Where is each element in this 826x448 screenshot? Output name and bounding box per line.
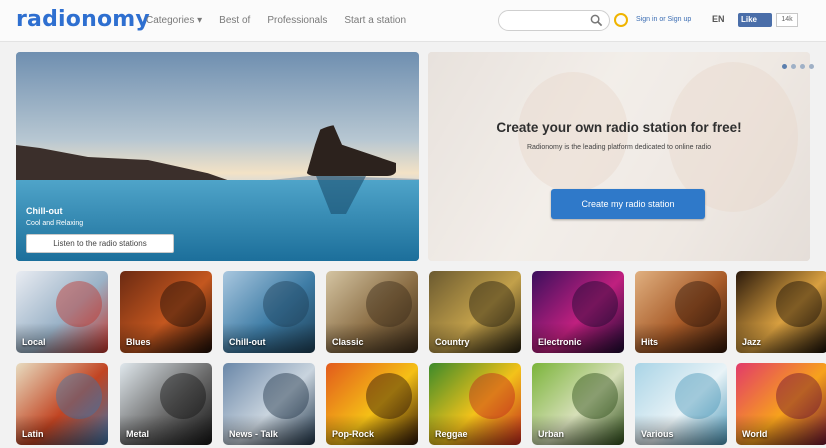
listen-stations-button[interactable]: Listen to the radio stations <box>26 234 174 253</box>
search-input[interactable] <box>498 10 610 31</box>
genre-label: Blues <box>126 337 151 347</box>
genre-tile-classic[interactable]: Classic <box>326 271 418 353</box>
genre-label: News - Talk <box>229 429 278 439</box>
genre-tile-local[interactable]: Local <box>16 271 108 353</box>
carousel-dot[interactable] <box>782 64 787 69</box>
facebook-like-button[interactable]: Like <box>738 13 772 27</box>
genre-image <box>56 373 102 419</box>
genre-label: Jazz <box>742 337 762 347</box>
create-station-button[interactable]: Create my radio station <box>551 189 705 219</box>
nav-best-of[interactable]: Best of <box>219 15 250 26</box>
carousel-dot[interactable] <box>809 64 814 69</box>
genre-label: Various <box>641 429 674 439</box>
genre-tile-blues[interactable]: Blues <box>120 271 212 353</box>
gear-icon[interactable] <box>614 13 628 27</box>
site-logo[interactable]: radionomy <box>16 7 150 32</box>
genre-label: Metal <box>126 429 150 439</box>
genre-image <box>56 281 102 327</box>
genre-tile-urban[interactable]: Urban <box>532 363 624 445</box>
genre-label: Hits <box>641 337 659 347</box>
genre-image <box>572 281 618 327</box>
genre-image <box>263 281 309 327</box>
genre-image <box>366 373 412 419</box>
banner-subtitle: Radionomy is the leading platform dedica… <box>526 144 712 151</box>
genre-tile-country[interactable]: Country <box>429 271 521 353</box>
genre-label: Local <box>22 337 46 347</box>
top-header: radionomy Categories ▾ Best of Professio… <box>0 0 826 42</box>
genre-tile-latin[interactable]: Latin <box>16 363 108 445</box>
genre-image <box>160 281 206 327</box>
genre-label: Classic <box>332 337 364 347</box>
genre-image <box>263 373 309 419</box>
genre-label: Country <box>435 337 470 347</box>
genre-label: World <box>742 429 768 439</box>
genre-label: Latin <box>22 429 44 439</box>
banner-title: Create your own radio station for free! <box>496 120 742 135</box>
nav-categories[interactable]: Categories ▾ <box>146 15 202 26</box>
genre-tile-world[interactable]: World <box>736 363 826 445</box>
carousel-dot[interactable] <box>791 64 796 69</box>
carousel-dot[interactable] <box>800 64 805 69</box>
hero-subtitle: Cool and Relaxing <box>26 220 84 227</box>
genre-tile-jazz[interactable]: Jazz <box>736 271 826 353</box>
genre-label: Electronic <box>538 337 582 347</box>
hero-chillout-banner[interactable]: Chill-out Cool and Relaxing Listen to th… <box>16 52 419 261</box>
genre-tile-news-talk[interactable]: News - Talk <box>223 363 315 445</box>
language-selector[interactable]: EN <box>712 14 725 24</box>
genre-label: Urban <box>538 429 565 439</box>
nav-start-station[interactable]: Start a station <box>344 15 406 26</box>
genre-image <box>675 281 721 327</box>
genre-image <box>366 281 412 327</box>
genre-tile-chill-out[interactable]: Chill-out <box>223 271 315 353</box>
create-station-banner: Create your own radio station for free! … <box>428 52 810 261</box>
genre-label: Reggae <box>435 429 468 439</box>
genre-label: Chill-out <box>229 337 266 347</box>
genre-tile-electronic[interactable]: Electronic <box>532 271 624 353</box>
genre-image <box>776 373 822 419</box>
login-link[interactable]: Sign in or Sign up <box>636 16 691 23</box>
hero-title: Chill-out <box>26 206 63 216</box>
main-nav: Categories ▾ Best of Professionals Start… <box>146 15 406 26</box>
carousel-dots <box>782 64 814 69</box>
search-icon[interactable] <box>590 14 603 27</box>
nav-professionals[interactable]: Professionals <box>267 15 327 26</box>
genre-tile-hits[interactable]: Hits <box>635 271 727 353</box>
genre-tile-various[interactable]: Various <box>635 363 727 445</box>
genre-image <box>469 281 515 327</box>
genre-image <box>160 373 206 419</box>
genre-image <box>776 281 822 327</box>
genre-tile-metal[interactable]: Metal <box>120 363 212 445</box>
facebook-like-label: Like <box>741 15 758 24</box>
facebook-like-count: 14k <box>776 13 798 27</box>
banner-overlay <box>428 52 810 261</box>
genre-label: Pop-Rock <box>332 429 375 439</box>
genre-image <box>572 373 618 419</box>
genre-image <box>469 373 515 419</box>
genre-image <box>675 373 721 419</box>
genre-tile-reggae[interactable]: Reggae <box>429 363 521 445</box>
genre-tile-pop-rock[interactable]: Pop-Rock <box>326 363 418 445</box>
